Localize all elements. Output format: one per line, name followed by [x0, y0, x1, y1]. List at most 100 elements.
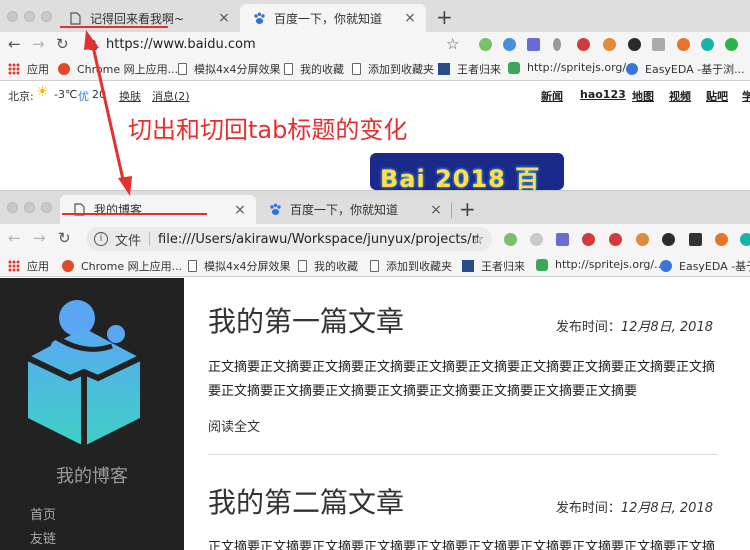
wechat-icon[interactable]: [725, 38, 738, 51]
nav-video[interactable]: 视频: [669, 88, 691, 104]
extension-icon[interactable]: [503, 38, 516, 51]
baidu-paw-icon: [252, 11, 266, 25]
nav-news[interactable]: 新闻: [541, 88, 563, 104]
back-icon[interactable]: ←: [8, 37, 21, 52]
post-date: 发布时间：12月8日, 2018: [556, 497, 713, 516]
bookmark-item[interactable]: http://spritejs.org/...: [508, 61, 637, 74]
extension-icon[interactable]: [556, 233, 569, 246]
url-text: file:///Users/akirawu/Workspace/junyux/p…: [158, 231, 478, 247]
bookmark-item[interactable]: 添加到收藏夹: [352, 61, 434, 77]
nav-map[interactable]: 地图: [632, 88, 654, 104]
nav-friends-link[interactable]: 友链: [30, 528, 56, 547]
extension-icon[interactable]: [689, 233, 702, 246]
temperature: -3℃: [54, 88, 78, 101]
bookmark-item[interactable]: 添加到收藏夹: [370, 258, 452, 274]
extension-icon[interactable]: [628, 38, 641, 51]
extension-icon[interactable]: [530, 233, 543, 246]
bookmark-item[interactable]: 王者归来: [462, 258, 525, 274]
close-window-button[interactable]: [7, 11, 18, 22]
extension-icon[interactable]: [603, 38, 616, 51]
nav-study[interactable]: 学: [742, 88, 750, 104]
game-icon: [438, 63, 450, 75]
extension-icon[interactable]: [715, 233, 728, 246]
minimize-window-button[interactable]: [24, 202, 35, 213]
bookmark-item[interactable]: 我的收藏: [284, 61, 344, 77]
bookmark-item[interactable]: 模拟4x4分屏效果: [178, 61, 281, 77]
url-divider: [149, 232, 151, 246]
adblock-icon[interactable]: [609, 233, 622, 246]
extension-icon[interactable]: [652, 38, 665, 51]
adblock-icon[interactable]: [577, 38, 590, 51]
close-tab-icon[interactable]: ×: [426, 202, 446, 218]
bookmark-item[interactable]: 模拟4x4分屏效果: [188, 258, 291, 274]
forward-icon[interactable]: →: [32, 37, 45, 52]
maximize-window-button[interactable]: [41, 202, 52, 213]
extension-icon[interactable]: [582, 233, 595, 246]
address-bar[interactable]: https://www.baidu.com: [80, 34, 470, 55]
blog-logo-icon: [26, 300, 142, 446]
extension-icon[interactable]: [701, 38, 714, 51]
reload-icon[interactable]: ↻: [56, 37, 69, 52]
aqi-value: 20: [92, 88, 106, 101]
extension-icon[interactable]: [527, 38, 540, 51]
extension-icon[interactable]: [636, 233, 649, 246]
post-title[interactable]: 我的第二篇文章: [208, 481, 404, 521]
new-tab-icon[interactable]: +: [436, 7, 453, 27]
close-tab-icon[interactable]: ×: [230, 202, 250, 218]
post-title[interactable]: 我的第一篇文章: [208, 300, 404, 340]
extension-icon[interactable]: [677, 38, 690, 51]
bookmark-item[interactable]: http://spritejs.org/...: [536, 258, 665, 271]
bookmark-item[interactable]: EasyEDA -基于浏: [660, 258, 750, 274]
new-tab-icon[interactable]: +: [459, 199, 476, 219]
extension-icon[interactable]: [479, 38, 492, 51]
maximize-window-button[interactable]: [41, 11, 52, 22]
bookmark-item[interactable]: EasyEDA -基于浏...: [626, 61, 745, 77]
bookmark-item[interactable]: 我的收藏: [298, 258, 358, 274]
address-bar[interactable]: i 文件 file:///Users/akirawu/Workspace/jun…: [86, 227, 492, 251]
back-icon[interactable]: ←: [8, 231, 21, 246]
toolbar: ← → ↻ https://www.baidu.com ☆: [0, 32, 750, 57]
url-text: https://www.baidu.com: [106, 37, 256, 52]
reload-icon[interactable]: ↻: [58, 231, 71, 246]
read-more-link[interactable]: 阅读全文: [208, 416, 260, 435]
sprite-icon: [536, 258, 548, 271]
post-divider: [208, 454, 718, 455]
annotation-text: 切出和切回tab标题的变化: [128, 116, 408, 144]
game-icon: [462, 260, 474, 272]
blog-content: 我的第一篇文章 发布时间：12月8日, 2018 正文摘要正文摘要正文摘要正文摘…: [184, 278, 750, 550]
sun-icon: ☀: [36, 84, 49, 100]
baidu-doodle-logo[interactable]: Bai 2018 百度: [370, 153, 564, 190]
bookmark-star-icon[interactable]: ☆: [446, 37, 459, 52]
blog-name: 我的博客: [56, 466, 128, 487]
extension-icon[interactable]: [662, 233, 675, 246]
nav-hao123[interactable]: hao123: [580, 88, 626, 101]
messages-link[interactable]: 消息(2): [152, 88, 190, 104]
lock-icon: [88, 39, 102, 51]
skin-link[interactable]: 换肤: [119, 88, 141, 104]
extension-icon[interactable]: [504, 233, 517, 246]
bookmark-item[interactable]: Chrome 网上应用...: [62, 258, 182, 274]
bookmark-star-icon[interactable]: ☆: [471, 232, 484, 247]
minimize-window-button[interactable]: [24, 11, 35, 22]
document-icon: [68, 11, 82, 25]
tab-blog[interactable]: 我的博客 ×: [60, 195, 256, 224]
close-window-button[interactable]: [7, 202, 18, 213]
post-summary: 正文摘要正文摘要正文摘要正文摘要正文摘要正文摘要正文摘要正文摘要正文摘要正文摘要: [208, 540, 716, 550]
extension-icon[interactable]: [740, 233, 750, 246]
tab-title: 百度一下，你就知道: [274, 11, 383, 26]
bookmark-apps[interactable]: 应用: [8, 61, 49, 77]
file-label: 文件: [115, 233, 142, 249]
date-label: 发布时间：: [555, 501, 621, 516]
close-tab-icon[interactable]: ×: [400, 10, 420, 26]
tab-baidu[interactable]: 百度一下，你就知道 ×: [240, 4, 426, 32]
nav-tieba[interactable]: 贴吧: [706, 88, 728, 104]
close-tab-icon[interactable]: ×: [214, 10, 234, 26]
bookmark-apps[interactable]: 应用: [8, 258, 49, 274]
forward-icon[interactable]: →: [33, 231, 46, 246]
date-value: 12月8日, 2018: [620, 501, 713, 516]
bookmark-item[interactable]: Chrome 网上应用...: [58, 61, 178, 77]
tab-baidu[interactable]: 百度一下，你就知道 ×: [256, 195, 452, 224]
bookmark-item[interactable]: 王者归来: [438, 61, 501, 77]
extension-icon[interactable]: [553, 38, 561, 51]
nav-home-link[interactable]: 首页: [30, 504, 56, 523]
